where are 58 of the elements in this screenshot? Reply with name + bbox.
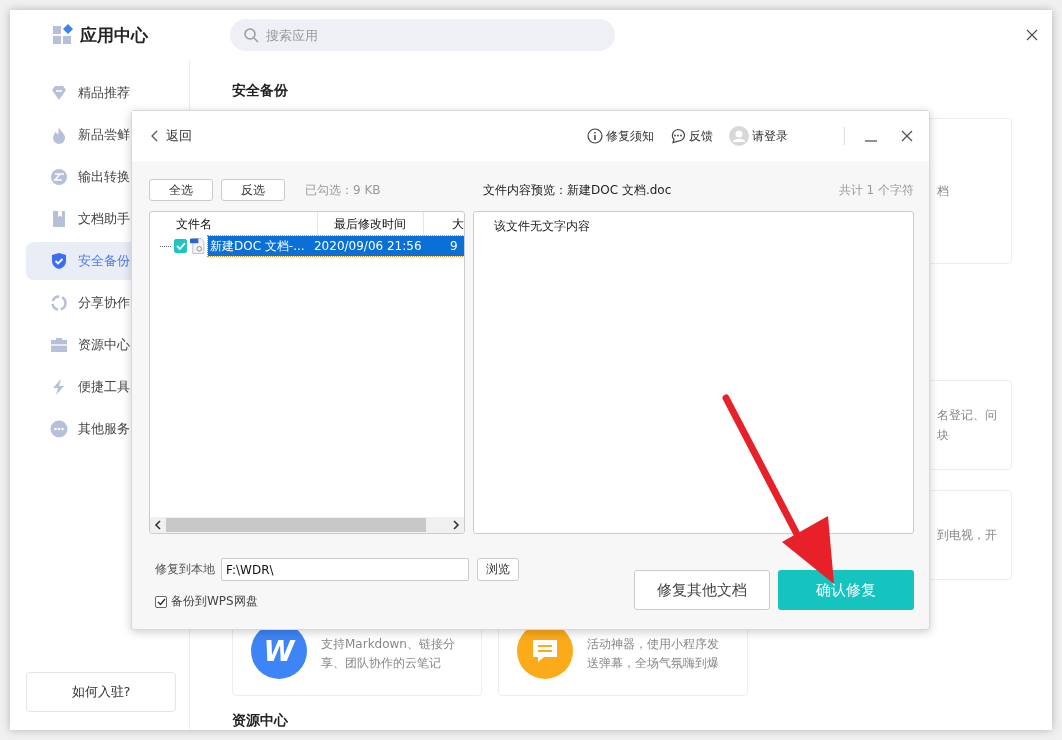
check-icon: [156, 597, 166, 606]
card-description: 名登记、问: [937, 407, 998, 424]
apps-logo-icon: [52, 24, 74, 46]
briefcase-icon: [50, 336, 68, 354]
word-file-icon: [190, 237, 205, 255]
avatar-icon: [729, 126, 749, 146]
card-description: 块: [937, 427, 950, 444]
join-button[interactable]: 如何入驻?: [26, 672, 176, 712]
section-heading: 安全备份: [232, 82, 289, 100]
select-all-button[interactable]: 全选: [149, 179, 213, 201]
document-icon: [50, 210, 68, 228]
share-icon: [50, 294, 68, 312]
repair-other-button[interactable]: 修复其他文档: [634, 570, 770, 610]
minimize-icon: [865, 140, 877, 142]
restore-label: 修复到本地: [154, 562, 215, 577]
header-link[interactable]: 请登录: [729, 126, 788, 146]
sidebar-item[interactable]: 分享协作: [26, 284, 189, 322]
horizontal-scrollbar[interactable]: [150, 517, 464, 533]
selected-size: 已勾选：9 KB: [305, 181, 381, 199]
card-description: 到电视，开: [937, 527, 998, 544]
chevron-left-icon: [150, 130, 158, 142]
browse-button[interactable]: 浏览: [477, 558, 519, 581]
scroll-right-icon[interactable]: [452, 520, 460, 530]
close-button[interactable]: [901, 130, 913, 142]
sidebar-item[interactable]: 其他服务: [26, 410, 189, 448]
path-field[interactable]: F:\WDR\: [221, 558, 469, 581]
search-field[interactable]: 搜索应用: [230, 19, 615, 51]
card-description: 支持Markdown、链接分享、团队协作的云笔记: [321, 636, 456, 672]
check-icon: [175, 242, 186, 250]
sidebar-item[interactable]: 资源中心: [26, 326, 189, 364]
more-icon: [50, 420, 68, 438]
chat-icon: [670, 128, 686, 144]
checkbox[interactable]: [174, 239, 188, 253]
flame-icon: [50, 126, 68, 144]
info-icon: [587, 128, 603, 144]
column-header[interactable]: 大: [424, 212, 464, 236]
header-link[interactable]: 修复须知: [587, 127, 654, 145]
section-heading: 资源中心: [232, 712, 289, 730]
gem-icon: [50, 84, 68, 102]
app-title: 应用中心: [80, 23, 148, 47]
invert-selection-button[interactable]: 反选: [221, 179, 285, 201]
header-link[interactable]: 反馈: [670, 127, 713, 145]
close-icon: [901, 130, 913, 142]
backup-checkbox[interactable]: 备份到WPS网盘: [149, 593, 519, 610]
scroll-left-icon[interactable]: [154, 520, 162, 530]
preview-text: 该文件无文字内容: [493, 218, 591, 235]
close-icon: [1026, 29, 1038, 41]
preview-title: 文件内容预览：新建DOC 文档.doc: [483, 181, 672, 199]
search-icon: [243, 27, 259, 43]
close-button[interactable]: [1026, 29, 1038, 41]
card-description: 活动神器，使用小程序发送弹幕，全场气氛嗨到爆: [587, 636, 720, 672]
convert-icon: [50, 168, 68, 186]
card-description: 档: [937, 183, 950, 200]
shield-icon: [50, 252, 68, 270]
sidebar-item[interactable]: 便捷工具: [26, 368, 189, 406]
back-button[interactable]: 返回: [150, 127, 192, 145]
file-row[interactable]: 新建DOC 文档-... 2020/09/06 21:56 9: [208, 236, 464, 256]
sidebar-item[interactable]: 精品推荐: [26, 74, 189, 112]
